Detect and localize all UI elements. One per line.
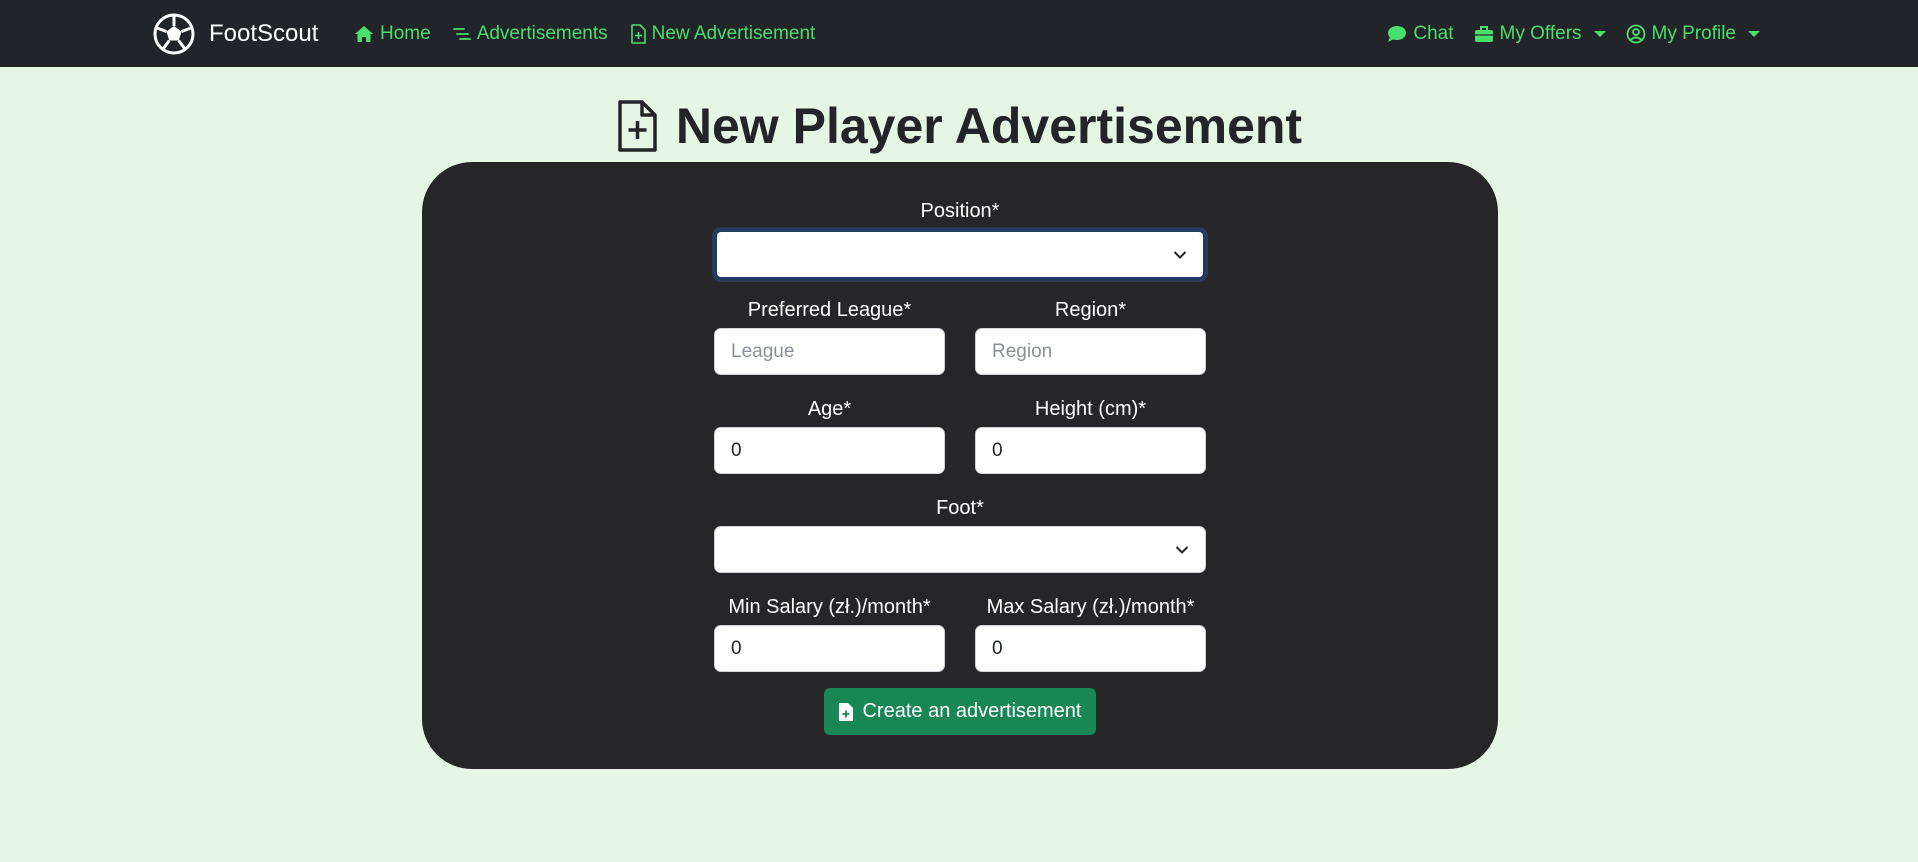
region-label: Region* bbox=[1054, 299, 1127, 321]
nav-advertisements-label: Advertisements bbox=[476, 22, 608, 44]
briefcase-icon bbox=[1474, 25, 1493, 42]
nav-my-profile-label: My Profile bbox=[1651, 22, 1736, 44]
brand-link[interactable]: FootScout bbox=[153, 0, 318, 67]
age-group: Age* 0 bbox=[714, 396, 945, 474]
max-salary-value: 0 bbox=[992, 637, 1003, 659]
region-placeholder: Region bbox=[992, 340, 1053, 362]
nav-new-advertisement-link[interactable]: New Advertisement bbox=[630, 22, 816, 45]
nav-my-profile-dropdown[interactable]: My Profile bbox=[1626, 23, 1760, 45]
foot-select[interactable] bbox=[714, 526, 1206, 573]
chevron-down-icon bbox=[1173, 250, 1187, 259]
top-navbar: FootScout Home Advertisements New Advert… bbox=[0, 0, 1918, 67]
chat-icon bbox=[1388, 25, 1407, 42]
max-salary-input[interactable]: 0 bbox=[975, 625, 1206, 672]
file-plus-icon bbox=[839, 702, 854, 721]
min-salary-value: 0 bbox=[731, 637, 742, 659]
nav-chat-label: Chat bbox=[1413, 22, 1454, 44]
page-title-text: New Player Advertisement bbox=[675, 98, 1303, 154]
file-plus-icon bbox=[618, 100, 657, 152]
nav-my-offers-dropdown[interactable]: My Offers bbox=[1474, 23, 1606, 45]
age-input[interactable]: 0 bbox=[714, 427, 945, 474]
age-label: Age* bbox=[807, 398, 852, 420]
position-label: Position* bbox=[920, 200, 1000, 222]
create-advertisement-button[interactable]: Create an advertisement bbox=[824, 688, 1096, 735]
nav-right-links: Chat My Offers My Profile bbox=[1387, 0, 1760, 67]
nav-my-offers-label: My Offers bbox=[1499, 22, 1582, 44]
nav-advertisements-link[interactable]: Advertisements bbox=[452, 22, 608, 45]
height-group: Height (cm)* 0 bbox=[975, 396, 1206, 474]
chevron-down-icon bbox=[1175, 545, 1189, 554]
min-salary-label: Min Salary (zł.)/month* bbox=[728, 596, 931, 618]
height-label: Height (cm)* bbox=[1034, 398, 1147, 420]
league-group: Preferred League* League bbox=[714, 297, 945, 375]
brand-name: FootScout bbox=[209, 19, 319, 47]
position-group: Position* bbox=[714, 198, 1206, 280]
max-salary-group: Max Salary (zł.)/month* 0 bbox=[975, 594, 1206, 672]
soccer-ball-icon bbox=[153, 13, 195, 54]
foot-group: Foot* bbox=[714, 495, 1206, 573]
list-icon bbox=[452, 27, 471, 40]
house-icon bbox=[355, 25, 373, 42]
nav-left-links: Home Advertisements New Advertisement bbox=[354, 0, 815, 67]
nav-home-label: Home bbox=[380, 22, 431, 44]
min-salary-input[interactable]: 0 bbox=[714, 625, 945, 672]
region-group: Region* Region bbox=[975, 297, 1206, 375]
page-title: New Player Advertisement bbox=[0, 94, 1918, 158]
create-advertisement-label: Create an advertisement bbox=[862, 700, 1082, 722]
region-input[interactable]: Region bbox=[975, 328, 1206, 375]
max-salary-label: Max Salary (zł.)/month* bbox=[986, 596, 1195, 618]
file-plus-icon bbox=[630, 23, 646, 44]
min-salary-group: Min Salary (zł.)/month* 0 bbox=[714, 594, 945, 672]
foot-label: Foot* bbox=[936, 497, 984, 519]
height-value: 0 bbox=[992, 439, 1003, 461]
nav-new-advertisement-label: New Advertisement bbox=[651, 22, 816, 44]
age-value: 0 bbox=[731, 439, 742, 461]
league-input[interactable]: League bbox=[714, 328, 945, 375]
position-select[interactable] bbox=[714, 229, 1206, 280]
height-input[interactable]: 0 bbox=[975, 427, 1206, 474]
nav-chat-link[interactable]: Chat bbox=[1387, 22, 1454, 45]
chevron-down-icon bbox=[1748, 30, 1760, 37]
league-label: Preferred League* bbox=[747, 299, 912, 321]
chevron-down-icon bbox=[1593, 30, 1606, 37]
user-circle-icon bbox=[1626, 24, 1645, 43]
league-placeholder: League bbox=[731, 340, 795, 362]
nav-home-link[interactable]: Home bbox=[354, 23, 431, 45]
